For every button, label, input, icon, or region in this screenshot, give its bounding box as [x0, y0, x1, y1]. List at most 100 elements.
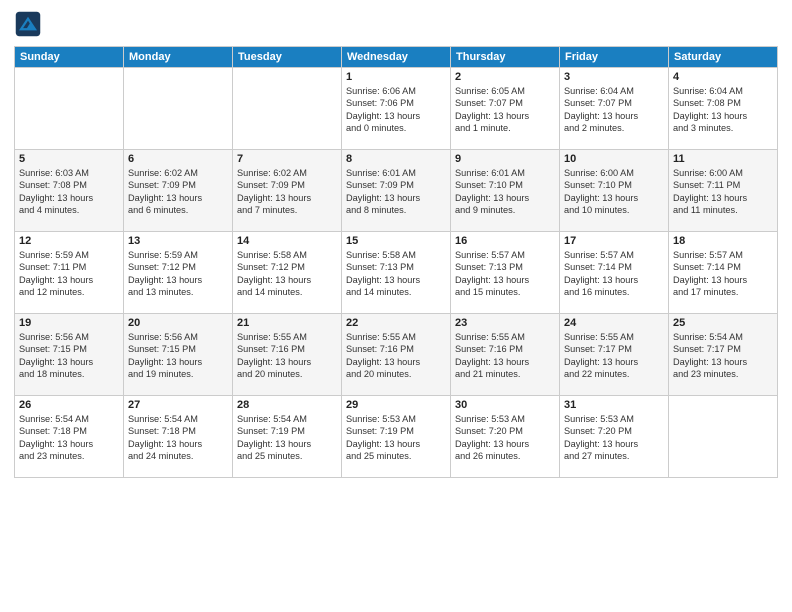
day-number: 23 — [455, 317, 555, 329]
calendar-cell: 22Sunrise: 5:55 AM Sunset: 7:16 PM Dayli… — [342, 314, 451, 396]
day-number: 13 — [128, 235, 228, 247]
calendar-cell: 14 Sunrise: 5:58 AM Sunset: 7:12 PM Dayli… — [233, 232, 342, 314]
day-number: 29 — [346, 399, 446, 411]
calendar-cell: 21 Sunrise: 5:55 AM Sunset: 7:16 PM Dayli… — [233, 314, 342, 396]
calendar-cell: 27 Sunrise: 5:54 AM Sunset: 7:18 PM Dayli… — [124, 396, 233, 478]
calendar-cell: 16 Sunrise: 5:57 AM Sunset: 7:13 PM Dayli… — [451, 232, 560, 314]
calendar-cell — [669, 396, 778, 478]
day-info: Sunrise: 5:55 AM Sunset: 7:16 PM Dayligh… — [237, 331, 337, 381]
day-number: 25 — [673, 317, 773, 329]
day-info: Sunrise: 5:59 AM Sunset: 7:11 PM Dayligh… — [19, 249, 119, 299]
day-number: 7 — [237, 153, 337, 165]
day-number: 11 — [673, 153, 773, 165]
header-day-monday: Monday — [124, 47, 233, 68]
day-info: Sunrise: 5:55 AM Sunset: 7:16 PM Dayligh… — [346, 331, 446, 381]
day-number: 2 — [455, 71, 555, 83]
header-row: SundayMondayTuesdayWednesdayThursdayFrid… — [15, 47, 778, 68]
day-number: 17 — [564, 235, 664, 247]
calendar-cell — [15, 68, 124, 150]
calendar-cell: 29 Sunrise: 5:53 AM Sunset: 7:19 PM Dayli… — [342, 396, 451, 478]
day-number: 8 — [346, 153, 446, 165]
day-number: 27 — [128, 399, 228, 411]
calendar-cell: 26Sunrise: 5:54 AM Sunset: 7:18 PM Dayli… — [15, 396, 124, 478]
calendar-body: 1 Sunrise: 6:06 AM Sunset: 7:06 PM Daylig… — [15, 68, 778, 478]
week-row-4: 26Sunrise: 5:54 AM Sunset: 7:18 PM Dayli… — [15, 396, 778, 478]
day-info: Sunrise: 5:53 AM Sunset: 7:19 PM Dayligh… — [346, 413, 446, 463]
week-row-2: 12Sunrise: 5:59 AM Sunset: 7:11 PM Dayli… — [15, 232, 778, 314]
day-info: Sunrise: 5:53 AM Sunset: 7:20 PM Dayligh… — [455, 413, 555, 463]
calendar-cell: 10 Sunrise: 6:00 AM Sunset: 7:10 PM Dayli… — [560, 150, 669, 232]
calendar-cell: 31 Sunrise: 5:53 AM Sunset: 7:20 PM Dayli… — [560, 396, 669, 478]
week-row-3: 19 Sunrise: 5:56 AM Sunset: 7:15 PM Dayli… — [15, 314, 778, 396]
calendar-cell: 30 Sunrise: 5:53 AM Sunset: 7:20 PM Dayli… — [451, 396, 560, 478]
day-info: Sunrise: 5:54 AM Sunset: 7:18 PM Dayligh… — [128, 413, 228, 463]
day-number: 30 — [455, 399, 555, 411]
day-info: Sunrise: 6:00 AM Sunset: 7:10 PM Dayligh… — [564, 167, 664, 217]
calendar-cell — [233, 68, 342, 150]
header-day-saturday: Saturday — [669, 47, 778, 68]
day-info: Sunrise: 6:02 AM Sunset: 7:09 PM Dayligh… — [128, 167, 228, 217]
week-row-0: 1 Sunrise: 6:06 AM Sunset: 7:06 PM Daylig… — [15, 68, 778, 150]
calendar-cell — [124, 68, 233, 150]
day-number: 9 — [455, 153, 555, 165]
header-day-wednesday: Wednesday — [342, 47, 451, 68]
day-info: Sunrise: 6:04 AM Sunset: 7:08 PM Dayligh… — [673, 85, 773, 135]
day-number: 20 — [128, 317, 228, 329]
day-info: Sunrise: 5:54 AM Sunset: 7:17 PM Dayligh… — [673, 331, 773, 381]
day-number: 14 — [237, 235, 337, 247]
day-info: Sunrise: 5:54 AM Sunset: 7:18 PM Dayligh… — [19, 413, 119, 463]
day-number: 31 — [564, 399, 664, 411]
day-number: 24 — [564, 317, 664, 329]
header — [14, 10, 778, 38]
calendar-cell: 12Sunrise: 5:59 AM Sunset: 7:11 PM Dayli… — [15, 232, 124, 314]
day-number: 28 — [237, 399, 337, 411]
calendar-cell: 7 Sunrise: 6:02 AM Sunset: 7:09 PM Daylig… — [233, 150, 342, 232]
day-info: Sunrise: 6:01 AM Sunset: 7:10 PM Dayligh… — [455, 167, 555, 217]
day-info: Sunrise: 5:58 AM Sunset: 7:12 PM Dayligh… — [237, 249, 337, 299]
calendar-cell: 28Sunrise: 5:54 AM Sunset: 7:19 PM Dayli… — [233, 396, 342, 478]
calendar-cell: 24 Sunrise: 5:55 AM Sunset: 7:17 PM Dayli… — [560, 314, 669, 396]
calendar-cell: 17 Sunrise: 5:57 AM Sunset: 7:14 PM Dayli… — [560, 232, 669, 314]
day-info: Sunrise: 6:06 AM Sunset: 7:06 PM Dayligh… — [346, 85, 446, 135]
calendar-cell: 13Sunrise: 5:59 AM Sunset: 7:12 PM Dayli… — [124, 232, 233, 314]
day-number: 6 — [128, 153, 228, 165]
day-info: Sunrise: 5:53 AM Sunset: 7:20 PM Dayligh… — [564, 413, 664, 463]
day-info: Sunrise: 6:03 AM Sunset: 7:08 PM Dayligh… — [19, 167, 119, 217]
calendar-cell: 6 Sunrise: 6:02 AM Sunset: 7:09 PM Daylig… — [124, 150, 233, 232]
calendar-cell: 19 Sunrise: 5:56 AM Sunset: 7:15 PM Dayli… — [15, 314, 124, 396]
header-day-thursday: Thursday — [451, 47, 560, 68]
header-day-tuesday: Tuesday — [233, 47, 342, 68]
calendar-cell: 1 Sunrise: 6:06 AM Sunset: 7:06 PM Daylig… — [342, 68, 451, 150]
day-info: Sunrise: 6:02 AM Sunset: 7:09 PM Dayligh… — [237, 167, 337, 217]
calendar-cell: 25 Sunrise: 5:54 AM Sunset: 7:17 PM Dayli… — [669, 314, 778, 396]
day-number: 21 — [237, 317, 337, 329]
day-info: Sunrise: 6:04 AM Sunset: 7:07 PM Dayligh… — [564, 85, 664, 135]
day-info: Sunrise: 5:56 AM Sunset: 7:15 PM Dayligh… — [128, 331, 228, 381]
calendar-cell: 23Sunrise: 5:55 AM Sunset: 7:16 PM Dayli… — [451, 314, 560, 396]
header-day-sunday: Sunday — [15, 47, 124, 68]
logo-icon — [14, 10, 42, 38]
calendar-header: SundayMondayTuesdayWednesdayThursdayFrid… — [15, 47, 778, 68]
day-info: Sunrise: 5:55 AM Sunset: 7:17 PM Dayligh… — [564, 331, 664, 381]
day-number: 1 — [346, 71, 446, 83]
day-number: 15 — [346, 235, 446, 247]
calendar-cell: 4Sunrise: 6:04 AM Sunset: 7:08 PM Daylig… — [669, 68, 778, 150]
day-number: 18 — [673, 235, 773, 247]
calendar-cell: 11 Sunrise: 6:00 AM Sunset: 7:11 PM Dayli… — [669, 150, 778, 232]
day-info: Sunrise: 5:57 AM Sunset: 7:13 PM Dayligh… — [455, 249, 555, 299]
calendar-cell: 18Sunrise: 5:57 AM Sunset: 7:14 PM Dayli… — [669, 232, 778, 314]
day-info: Sunrise: 5:56 AM Sunset: 7:15 PM Dayligh… — [19, 331, 119, 381]
day-number: 16 — [455, 235, 555, 247]
day-number: 5 — [19, 153, 119, 165]
day-info: Sunrise: 6:00 AM Sunset: 7:11 PM Dayligh… — [673, 167, 773, 217]
day-number: 19 — [19, 317, 119, 329]
calendar-cell: 3 Sunrise: 6:04 AM Sunset: 7:07 PM Daylig… — [560, 68, 669, 150]
day-info: Sunrise: 5:57 AM Sunset: 7:14 PM Dayligh… — [564, 249, 664, 299]
calendar-cell: 20 Sunrise: 5:56 AM Sunset: 7:15 PM Dayli… — [124, 314, 233, 396]
calendar: SundayMondayTuesdayWednesdayThursdayFrid… — [14, 46, 778, 478]
calendar-cell: 5 Sunrise: 6:03 AM Sunset: 7:08 PM Daylig… — [15, 150, 124, 232]
calendar-cell: 9 Sunrise: 6:01 AM Sunset: 7:10 PM Daylig… — [451, 150, 560, 232]
day-info: Sunrise: 6:01 AM Sunset: 7:09 PM Dayligh… — [346, 167, 446, 217]
day-number: 3 — [564, 71, 664, 83]
day-number: 10 — [564, 153, 664, 165]
